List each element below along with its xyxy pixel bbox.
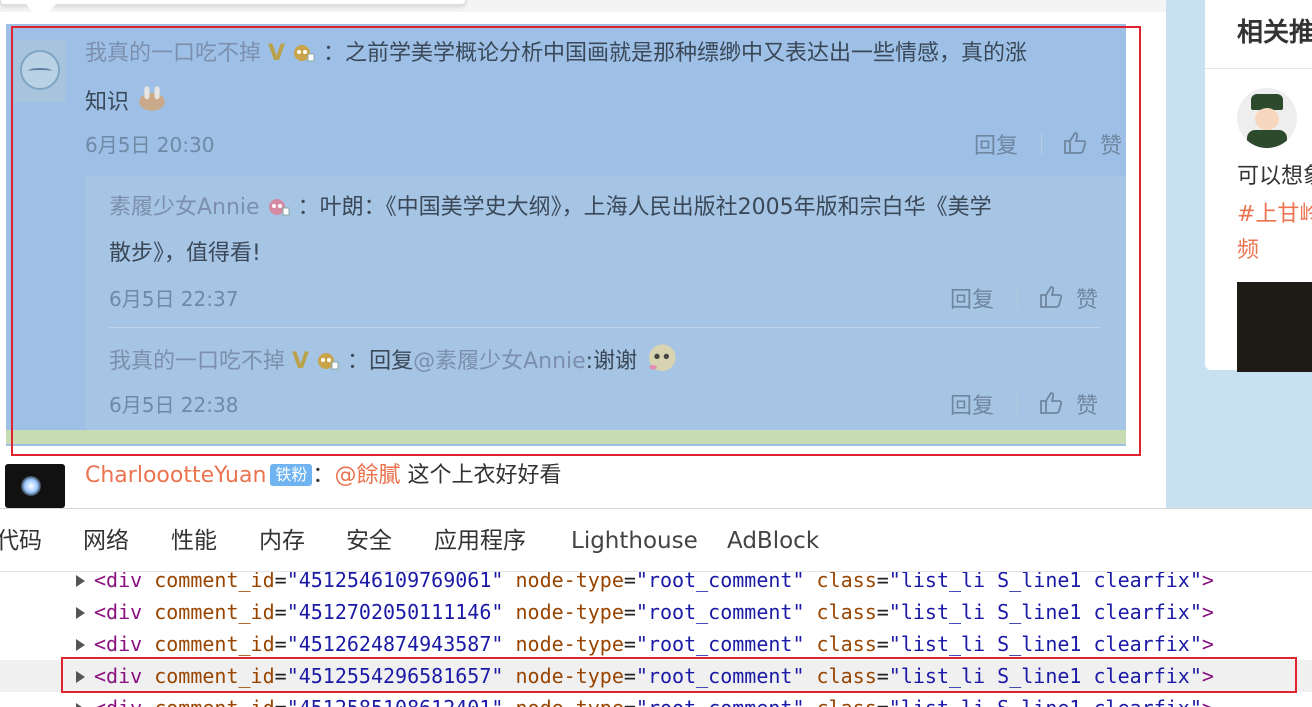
elements-tree: <div comment_id="4512546109769061" node-… (0, 572, 1312, 707)
dom-node-code: <div comment_id="4512624874943587" node-… (94, 632, 1214, 656)
avatar[interactable] (5, 464, 65, 508)
avatar[interactable] (1237, 88, 1297, 148)
card-divider (1205, 68, 1312, 69)
comment-id-value: "4512546109769061" (286, 572, 504, 592)
dom-node-row[interactable]: <div comment_id="4512546109769061" node-… (0, 572, 1312, 596)
member-crown-icon (268, 199, 290, 216)
tooltip-arrow-icon (26, 4, 56, 22)
thumbs-up-icon[interactable] (1038, 284, 1064, 310)
tab-memory[interactable]: 内存 (259, 525, 305, 557)
dom-node-code: <div comment_id="4512585108612401" node-… (94, 692, 1214, 707)
highlight-margin-area (6, 430, 1126, 444)
dom-node-row[interactable]: <div comment_id="4512702050111146" node-… (0, 596, 1312, 628)
comment-text-cont: 知识 (85, 90, 130, 115)
bunny-emoji-icon (139, 86, 165, 111)
weibo-page: 我真的一口吃不掉 V ：之前学美学概论分析中国画就是那种缥缈中又表达出一些情感，… (0, 0, 1312, 508)
dom-node-code: <div comment_id="4512554296581657" node-… (94, 664, 1214, 688)
tooltip-popup (0, 0, 466, 5)
tab-lighthouse[interactable]: Lighthouse (571, 525, 698, 557)
member-crown-icon (318, 353, 339, 370)
related-post-text: 可以想象 (1237, 164, 1312, 189)
comment-colon: ： (312, 463, 335, 488)
dom-node-code: <div comment_id="4512546109769061" node-… (94, 572, 1214, 596)
avatar-light (21, 476, 41, 496)
dom-node-row[interactable]: <div comment_id="4512585108612401" node-… (0, 692, 1312, 707)
expand-triangle-icon[interactable] (76, 575, 85, 587)
reply-1-line-2: 散步》，值得看! (109, 238, 261, 270)
tab-security[interactable]: 安全 (346, 525, 392, 557)
related-title: 相关推 (1237, 18, 1312, 48)
reply-text: :谢谢 (585, 349, 638, 374)
comment-author-link[interactable]: 我真的一口吃不掉 (85, 41, 261, 66)
tab-network[interactable]: 网络 (83, 525, 129, 557)
reply-button[interactable]: 回复 (950, 282, 994, 314)
avatar-uniform (1247, 130, 1287, 148)
hashtag-link[interactable]: #上甘岭 (1237, 198, 1312, 232)
reply-timestamp: 6月5日 22:37 (109, 287, 239, 311)
verified-v-icon: V (268, 41, 286, 66)
avatar[interactable] (14, 40, 66, 102)
reply-divider (109, 327, 1101, 328)
comment-id-value: "4512702050111146" (286, 600, 504, 624)
comment-timestamp: 6月5日 20:30 (85, 133, 215, 157)
thumbs-up-icon[interactable] (1062, 130, 1088, 156)
reply-timestamp: 6月5日 22:38 (109, 393, 239, 417)
comment-text: ：之前学美学概论分析中国画就是那种缥缈中又表达出一些情感，真的涨 (323, 41, 1028, 66)
reply-author-link[interactable]: 我真的一口吃不掉 (109, 349, 285, 374)
like-button[interactable]: 赞 (1100, 128, 1122, 160)
blush-emoji-icon (649, 344, 676, 371)
action-separator (1017, 393, 1018, 415)
hashtag-link-cont[interactable]: 频 (1237, 234, 1259, 268)
expand-triangle-icon[interactable] (76, 671, 85, 683)
devtools-tab-bar: 代码 网络 性能 内存 安全 应用程序 Lighthouse AdBlock (0, 508, 1312, 572)
comment-next: CharloootteYuan 铁粉 ：@餘膩 这个上衣好好看 (85, 460, 561, 492)
like-button[interactable]: 赞 (1076, 388, 1098, 420)
tab-adblock[interactable]: AdBlock (727, 525, 819, 557)
dom-node-code: <div comment_id="4512702050111146" node-… (94, 600, 1214, 624)
comment-line-2: 知识 (85, 84, 168, 119)
thumbs-up-icon[interactable] (1038, 390, 1064, 416)
expand-triangle-icon[interactable] (76, 639, 85, 651)
mention-link[interactable]: @素履少女Annie (413, 349, 586, 374)
like-button[interactable]: 赞 (1076, 282, 1098, 314)
comment-id-value: "4512624874943587" (286, 632, 504, 656)
reply-author-link[interactable]: 素履少女Annie (109, 195, 260, 220)
screen: 我真的一口吃不掉 V ：之前学美学概论分析中国画就是那种缥缈中又表达出一些情感，… (0, 0, 1312, 707)
tab-sources[interactable]: 代码 (0, 525, 42, 557)
reply-text-cont: 散步》，值得看! (109, 241, 261, 266)
expand-triangle-icon[interactable] (76, 607, 85, 619)
mention-link[interactable]: @餘膩 (334, 463, 400, 488)
comment-line-1: 我真的一口吃不掉 V ：之前学美学概论分析中国画就是那种缥缈中又表达出一些情感，… (85, 38, 1027, 70)
dom-node-row-selected[interactable]: <div comment_id="4512554296581657" node-… (0, 660, 1312, 692)
avatar-face (1255, 108, 1279, 130)
member-crown-icon (294, 45, 315, 62)
reply-button[interactable]: 回复 (950, 388, 994, 420)
comment-author-link[interactable]: CharloootteYuan (85, 463, 266, 488)
reply-button[interactable]: 回复 (974, 128, 1018, 160)
verified-v-icon: V (292, 349, 310, 374)
avatar-eyes (28, 68, 52, 74)
reply-prefix: 回复 (369, 349, 414, 374)
reply-2-line: 我真的一口吃不掉 V ：回复@素履少女Annie:谢谢 (109, 343, 678, 378)
comment-id-value: "4512554296581657" (286, 664, 504, 688)
comment-text: 这个上衣好好看 (400, 463, 562, 488)
tab-application[interactable]: 应用程序 (434, 525, 526, 557)
fan-badge: 铁粉 (270, 464, 313, 486)
comment-id-value: "4512585108612401" (287, 696, 504, 707)
action-separator (1041, 133, 1042, 155)
action-separator (1017, 287, 1018, 309)
expand-triangle-icon[interactable] (76, 703, 85, 707)
video-thumbnail[interactable] (1237, 282, 1312, 372)
tab-performance[interactable]: 性能 (171, 525, 217, 557)
reply-text: ：叶朗：《中国美学史大纲》，上海人民出版社2005年版和宗白华《美学 (297, 195, 992, 220)
dom-node-row[interactable]: <div comment_id="4512624874943587" node-… (0, 628, 1312, 660)
reply-1-line-1: 素履少女Annie ：叶朗：《中国美学史大纲》，上海人民出版社2005年版和宗白… (109, 192, 992, 224)
reply-colon: ： (347, 349, 370, 374)
